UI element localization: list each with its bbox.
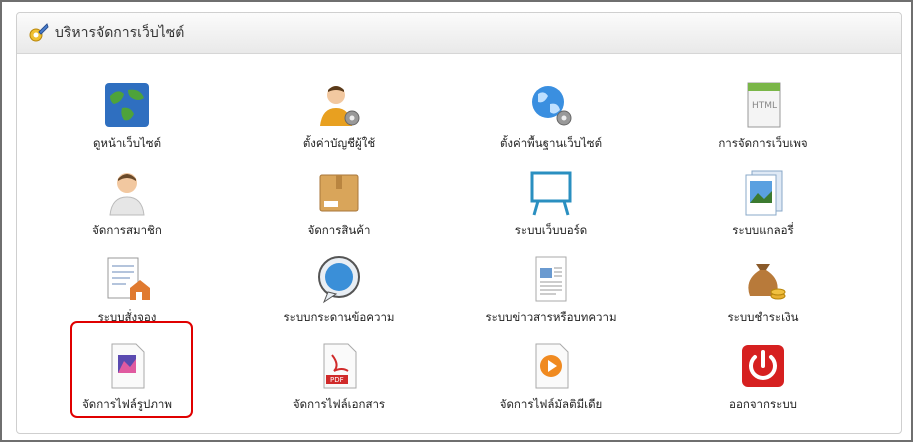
tile-member-management[interactable]: จัดการสมาชิก xyxy=(27,167,227,247)
html-page-icon: HTML xyxy=(747,82,781,128)
tile-order-system[interactable]: ระบบสั่งจอง xyxy=(27,254,227,334)
user-settings-icon xyxy=(320,86,360,126)
order-form-icon xyxy=(107,257,150,300)
tile-gallery[interactable]: ระบบแกลอรี่ xyxy=(663,167,863,247)
tile-payment-system[interactable]: ระบบชำระเงิน xyxy=(663,254,863,334)
tile-news-articles[interactable]: ระบบข่าวสารหรือบทความ xyxy=(451,254,651,334)
panel-title: บริหารจัดการเว็บไซต์ xyxy=(55,25,185,41)
speech-bubble-icon xyxy=(318,256,360,304)
globe-icon xyxy=(105,83,149,127)
svg-text:HTML: HTML xyxy=(752,101,777,111)
tile-label: ดูหน้าเว็บไซต์ xyxy=(92,136,162,150)
window-frame: บริหารจัดการเว็บไซต์ ดูหน้าเว็บไซต์ ตั้ง… xyxy=(0,0,913,442)
tile-label: ระบบแกลอรี่ xyxy=(732,223,794,237)
media-file-icon xyxy=(535,343,569,389)
webboard-icon xyxy=(530,171,572,216)
tile-document-files[interactable]: PDF จัดการไฟล์เอกสาร xyxy=(239,341,439,421)
tile-multimedia-files[interactable]: จัดการไฟล์มัลติมีเดีย xyxy=(451,341,651,421)
tile-label: จัดการไฟล์มัลติมีเดีย xyxy=(499,397,603,411)
tile-label: ตั้งค่าพื้นฐานเว็บไซต์ xyxy=(499,136,603,150)
tile-user-settings[interactable]: ตั้งค่าบัญชีผู้ใช้ xyxy=(239,80,439,160)
tile-message-board[interactable]: ระบบกระดานข้อความ xyxy=(239,254,439,334)
tile-product-management[interactable]: จัดการสินค้า xyxy=(239,167,439,247)
tile-view-website[interactable]: ดูหน้าเว็บไซต์ xyxy=(27,80,227,160)
svg-text:PDF: PDF xyxy=(330,376,344,384)
tile-label: การจัดการเว็บเพจ xyxy=(718,136,808,150)
settings-pencil-icon xyxy=(29,23,49,42)
gallery-icon xyxy=(745,170,783,216)
tile-label: ตั้งค่าบัญชีผู้ใช้ xyxy=(302,136,376,150)
tile-label: ระบบชำระเงิน xyxy=(727,310,799,324)
tile-webpage-management[interactable]: HTML การจัดการเว็บเพจ xyxy=(663,80,863,160)
tile-label: ออกจากระบบ xyxy=(729,397,797,411)
tile-website-settings[interactable]: ตั้งค่าพื้นฐานเว็บไซต์ xyxy=(451,80,651,160)
tile-label: ระบบกระดานข้อความ xyxy=(283,310,395,324)
tile-image-files[interactable]: จัดการไฟล์รูปภาพ xyxy=(27,341,227,421)
product-box-icon xyxy=(319,174,359,212)
member-icon xyxy=(109,173,145,216)
tile-webboard[interactable]: ระบบเว็บบอร์ด xyxy=(451,167,651,247)
tile-logout[interactable]: ออกจากระบบ xyxy=(663,341,863,421)
tile-label: จัดการสมาชิก xyxy=(92,223,162,237)
money-bag-icon xyxy=(748,264,786,300)
admin-panel: บริหารจัดการเว็บไซต์ ดูหน้าเว็บไซต์ ตั้ง… xyxy=(16,12,902,434)
image-file-icon xyxy=(111,343,145,389)
tile-label: ระบบสั่งจอง xyxy=(97,310,157,324)
tile-label: ระบบเว็บบอร์ด xyxy=(514,223,588,237)
tile-label: จัดการไฟล์เอกสาร xyxy=(292,397,386,411)
power-icon xyxy=(742,345,784,387)
panel-header: บริหารจัดการเว็บไซต์ xyxy=(17,13,901,54)
tile-label: ระบบข่าวสารหรือบทความ xyxy=(485,310,617,324)
news-article-icon xyxy=(535,256,567,302)
pdf-file-icon: PDF xyxy=(323,343,357,389)
tile-label: จัดการสินค้า xyxy=(307,223,371,237)
tile-label: จัดการไฟล์รูปภาพ xyxy=(82,397,172,411)
globe-settings-icon xyxy=(532,86,572,126)
